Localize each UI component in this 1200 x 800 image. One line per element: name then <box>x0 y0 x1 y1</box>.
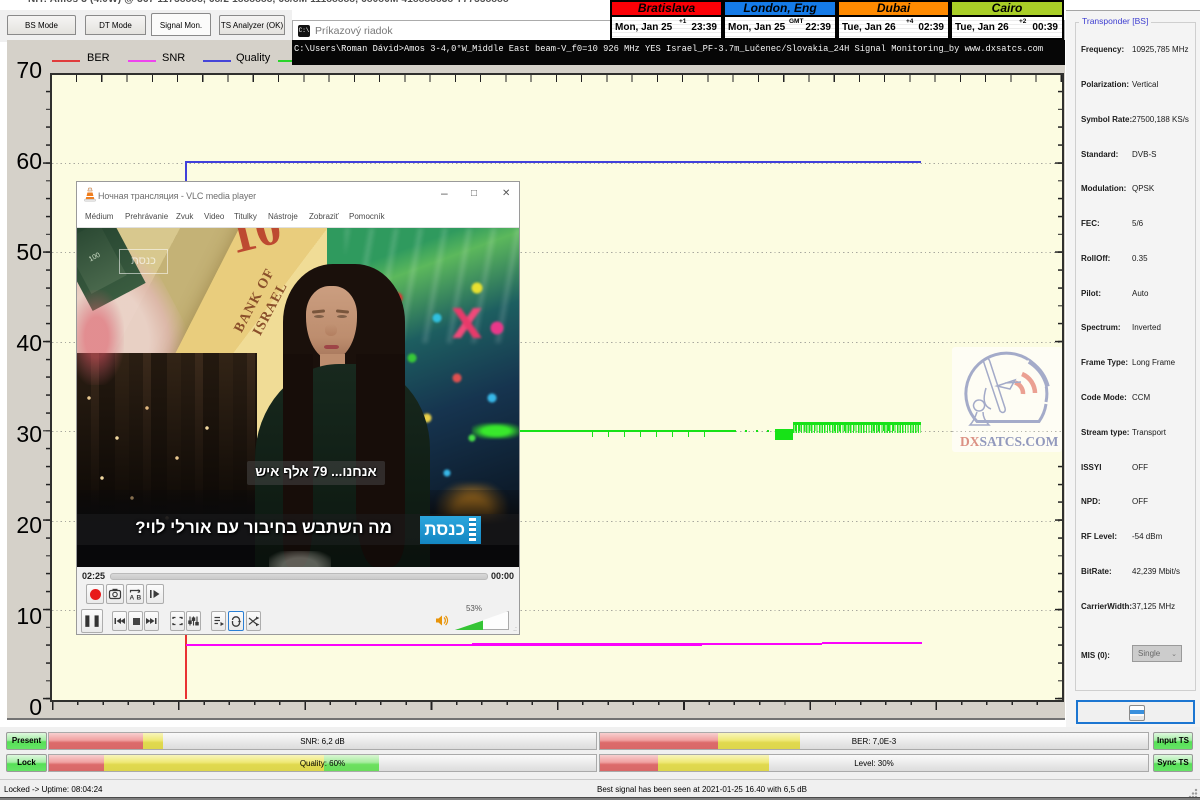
svg-text:SATCS.COM: SATCS.COM <box>980 434 1059 449</box>
svg-text:DX: DX <box>960 434 980 449</box>
svg-text:A: A <box>130 595 135 602</box>
svg-text:B: B <box>137 595 142 602</box>
